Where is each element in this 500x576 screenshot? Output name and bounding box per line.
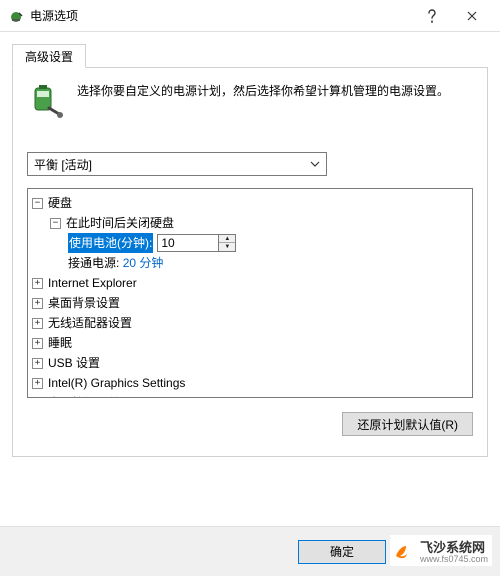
tree-node-desktop[interactable]: + 桌面背景设置 [32,293,472,313]
tree-node-wireless[interactable]: + 无线适配器设置 [32,313,472,333]
tree-node-hdd[interactable]: −硬盘 [32,193,472,213]
expand-icon[interactable]: + [32,278,43,289]
watermark: 飞沙系统网 www.fs0745.com [390,535,492,566]
settings-tree[interactable]: −硬盘 −在此时间后关闭硬盘 使用电池(分钟): ▲ ▼ 接通电源: 20 分钟 [27,188,473,398]
collapse-icon[interactable]: − [50,218,61,229]
tree-leaf-plugged-label: 接通电源: [68,253,119,273]
tree-leaf-plugged[interactable]: 接通电源: 20 分钟 [68,253,472,273]
close-button[interactable] [452,0,492,32]
tree-label: 电源按钮和盖子 [48,393,132,398]
tree-label: 桌面背景设置 [48,293,120,313]
power-options-icon [8,8,24,24]
tree-leaf-battery-label: 使用电池(分钟): [68,233,153,253]
expand-icon[interactable]: + [32,398,43,399]
restore-row: 还原计划默认值(R) [27,412,473,436]
spin-up-icon[interactable]: ▲ [219,235,235,243]
tab-panel: 选择你要自定义的电源计划，然后选择你希望计算机管理的电源设置。 平衡 [活动] … [12,68,488,457]
battery-minutes-input[interactable] [158,235,218,251]
tree-node-sleep[interactable]: + 睡眠 [32,333,472,353]
content-area: 高级设置 选择你要自定义的电源计划，然后选择你希望计算机管理的电源设置。 平衡 … [0,32,500,457]
restore-defaults-button[interactable]: 还原计划默认值(R) [342,412,473,436]
expand-icon[interactable]: + [32,378,43,389]
ok-button[interactable]: 确定 [298,540,386,564]
tree-node-powerbtn[interactable]: + 电源按钮和盖子 [32,393,472,398]
tab-bar: 高级设置 [12,44,488,68]
tree-node-ie[interactable]: + Internet Explorer [32,273,472,293]
tree-node-graphics[interactable]: + Intel(R) Graphics Settings [32,373,472,393]
collapse-icon[interactable]: − [32,198,43,209]
battery-minutes-spinner[interactable]: ▲ ▼ [157,234,236,252]
expand-icon[interactable]: + [32,338,43,349]
tree-leaf-plugged-value: 20 分钟 [123,253,164,273]
spin-down-icon[interactable]: ▼ [219,243,235,251]
tree-label: 硬盘 [48,193,72,213]
tree-label: USB 设置 [48,353,100,373]
description-row: 选择你要自定义的电源计划，然后选择你希望计算机管理的电源设置。 [27,82,473,122]
chevron-down-icon [306,154,324,174]
watermark-text: 飞沙系统网 www.fs0745.com [420,537,488,564]
description-text: 选择你要自定义的电源计划，然后选择你希望计算机管理的电源设置。 [77,82,449,122]
window-title: 电源选项 [30,7,412,24]
tree-label: 在此时间后关闭硬盘 [66,213,174,233]
plan-select[interactable]: 平衡 [活动] [27,152,327,176]
tree-node-turnoff-hdd[interactable]: −在此时间后关闭硬盘 [50,213,472,233]
plan-selected-text: 平衡 [活动] [34,156,306,173]
tab-label: 高级设置 [25,48,73,65]
tree-label: Internet Explorer [48,273,137,293]
expand-icon[interactable]: + [32,358,43,369]
watermark-line2: www.fs0745.com [420,554,488,564]
tree-label: 无线适配器设置 [48,313,132,333]
help-button[interactable] [412,0,452,32]
tree-label: Intel(R) Graphics Settings [48,373,185,393]
tree-leaf-battery[interactable]: 使用电池(分钟): ▲ ▼ [68,233,472,253]
watermark-logo-icon [394,540,416,562]
battery-plug-icon [27,82,67,122]
tab-advanced[interactable]: 高级设置 [12,44,86,68]
expand-icon[interactable]: + [32,298,43,309]
expand-icon[interactable]: + [32,318,43,329]
titlebar: 电源选项 [0,0,500,32]
tree-label: 睡眠 [48,333,72,353]
tree-node-usb[interactable]: + USB 设置 [32,353,472,373]
